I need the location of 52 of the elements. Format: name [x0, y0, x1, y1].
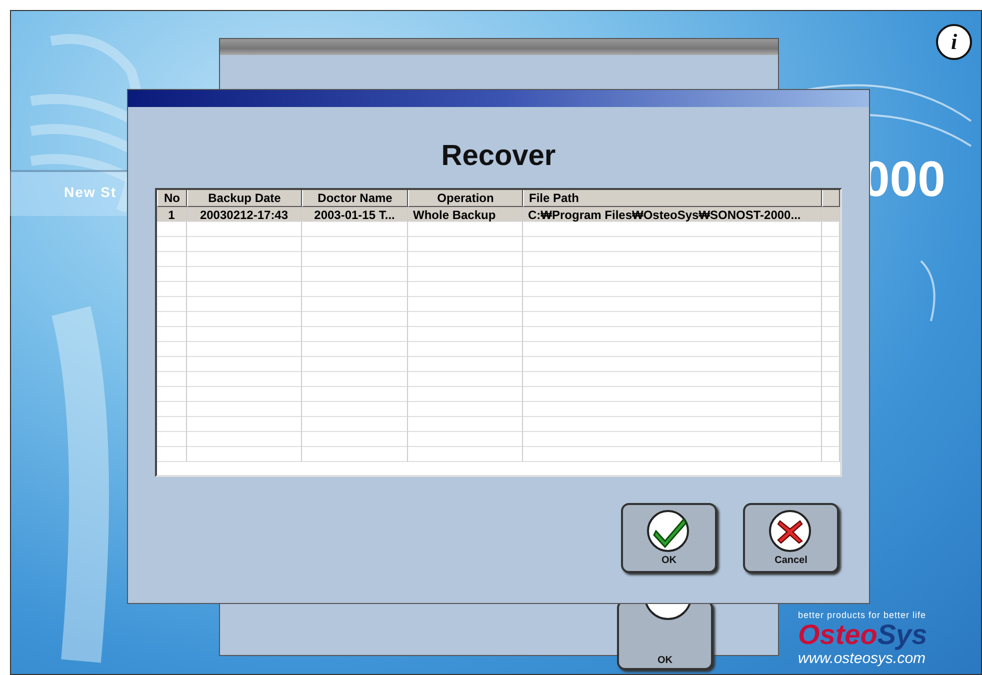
- table-cell: [157, 432, 187, 447]
- table-cell: Whole Backup: [408, 207, 523, 222]
- table-cell: [822, 282, 840, 297]
- table-cell: [822, 342, 840, 357]
- table-cell: [157, 387, 187, 402]
- cancel-button[interactable]: Cancel: [743, 503, 839, 573]
- table-cell: [157, 312, 187, 327]
- column-header[interactable]: Backup Date: [187, 190, 302, 207]
- table-cell: [822, 207, 840, 222]
- logo-url: www.osteosys.com: [798, 650, 926, 667]
- table-cell: [157, 342, 187, 357]
- logo-name: Osteo: [798, 619, 878, 650]
- table-cell: [822, 402, 840, 417]
- table-cell: 1: [157, 207, 187, 222]
- table-cell: [157, 282, 187, 297]
- table-cell: [822, 387, 840, 402]
- table-cell: [157, 357, 187, 372]
- table-cell: [157, 267, 187, 282]
- table-cell: [157, 297, 187, 312]
- dialog-title: Recover: [441, 140, 556, 173]
- table-cell: [157, 252, 187, 267]
- table-cell: [157, 327, 187, 342]
- table-cell: C:₩Program Files₩OsteoSys₩SONOST-2000...: [523, 207, 822, 222]
- table-cell: [157, 237, 187, 252]
- table-cell: [157, 222, 187, 237]
- table-cell: [157, 402, 187, 417]
- table-cell: [822, 447, 840, 462]
- table-cell: [822, 372, 840, 387]
- logo-tagline: better products for better life: [798, 610, 926, 620]
- column-header[interactable]: Doctor Name: [302, 190, 408, 207]
- table-cell: [822, 327, 840, 342]
- table-cell: [157, 447, 187, 462]
- table-cell: [822, 297, 840, 312]
- table-cell: [157, 417, 187, 432]
- column-header[interactable]: No: [157, 190, 187, 207]
- table-row[interactable]: 1 20030212-17:43 2003-01-15 T... Whole Backup C:₩Program Files₩OsteoSys₩SONOST-2000...: [157, 207, 840, 222]
- table-cell: [822, 357, 840, 372]
- table-cell: 2003-01-15 T...: [302, 207, 408, 222]
- table-cell: [822, 267, 840, 282]
- table-cell: [157, 372, 187, 387]
- table-cell: [822, 417, 840, 432]
- table-cell: [822, 222, 840, 237]
- table-cell: [822, 312, 840, 327]
- table-cell: [822, 252, 840, 267]
- table-cell: [822, 237, 840, 252]
- column-header: [822, 190, 840, 207]
- table-cell: [822, 432, 840, 447]
- table-cell: 20030212-17:43: [187, 207, 302, 222]
- logo-name: Sys: [877, 619, 928, 650]
- ok-button[interactable]: OK: [621, 503, 717, 573]
- column-header[interactable]: Operation: [408, 190, 523, 207]
- column-header[interactable]: File Path: [523, 190, 822, 207]
